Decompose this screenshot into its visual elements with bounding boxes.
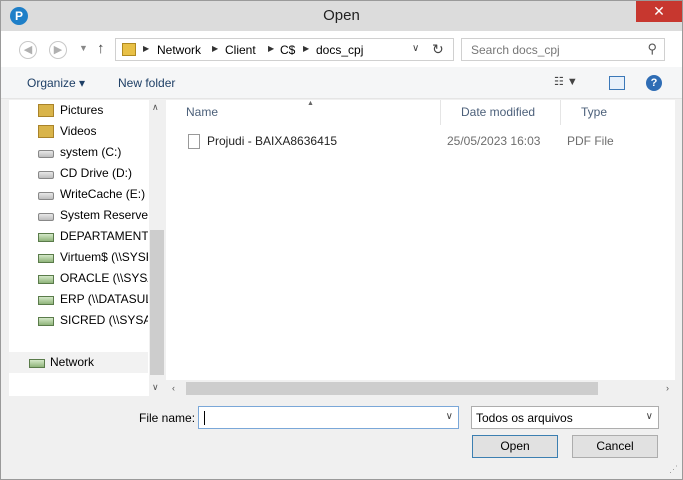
nav-pane-scrollbar[interactable]: ∧ ∨ [149, 100, 165, 396]
sidebar-item-erp[interactable]: ERP (\\DATASUL [9, 289, 148, 310]
pictures-folder-icon [38, 104, 54, 117]
forward-button[interactable]: ▶ [49, 41, 67, 59]
navigation-pane: Pictures Videos system (C:) CD Drive (D:… [9, 100, 165, 396]
cancel-button[interactable]: Cancel [572, 435, 658, 458]
chevron-down-icon[interactable]: ∨ [646, 411, 653, 422]
network-drive-icon [38, 275, 54, 284]
file-name: Projudi - BAIXA8636415 [207, 134, 338, 148]
refresh-icon[interactable]: ↻ [432, 41, 444, 58]
sidebar-item-sicred[interactable]: SICRED (\\SYSAP [9, 310, 148, 331]
file-list-hscrollbar[interactable]: ‹ › [166, 380, 675, 397]
chevron-right-icon[interactable]: ▶ [143, 44, 149, 53]
scroll-left-icon[interactable]: ‹ [172, 383, 175, 393]
bottom-panel: File name: ∨ Todos os arquivos ∨ Open Ca… [1, 397, 682, 479]
scrollbar-thumb[interactable] [150, 230, 164, 375]
up-arrow-icon[interactable]: ↑ [97, 40, 105, 57]
title-bar: P Open ✕ [1, 1, 682, 31]
sidebar-item-departamento[interactable]: DEPARTAMENTO [9, 226, 148, 247]
search-input[interactable]: Search docs_cpj ⚲ [461, 38, 665, 61]
file-row[interactable]: Projudi - BAIXA8636415 25/05/2023 16:03 … [186, 131, 666, 151]
file-list: ▲ Name Date modified Type Projudi - BAIX… [166, 100, 675, 380]
column-header-name[interactable]: Name [166, 100, 441, 125]
network-icon [29, 359, 45, 368]
back-button[interactable]: ◀ [19, 41, 37, 59]
view-options-icon[interactable]: ☷ ▼ [554, 75, 578, 88]
file-type-select[interactable]: Todos os arquivos ∨ [471, 406, 659, 429]
breadcrumb-c-share[interactable]: C$ [280, 43, 295, 57]
sidebar-item-writecache[interactable]: WriteCache (E:) [9, 184, 148, 205]
sidebar-item-oracle[interactable]: ORACLE (\\SYSA [9, 268, 148, 289]
chevron-right-icon[interactable]: ▶ [212, 44, 218, 53]
scroll-up-icon[interactable]: ∧ [152, 102, 159, 113]
column-header-type[interactable]: Type [561, 100, 675, 125]
drive-icon [38, 192, 54, 200]
sidebar-item-videos[interactable]: Videos [9, 121, 148, 142]
file-type-value: Todos os arquivos [476, 411, 573, 425]
search-placeholder: Search docs_cpj [471, 43, 560, 57]
breadcrumb-docs-cpj[interactable]: docs_cpj [316, 43, 363, 57]
sidebar-item-system-reserved[interactable]: System Reserved [9, 205, 148, 226]
close-button[interactable]: ✕ [636, 1, 682, 22]
drive-icon [38, 213, 54, 221]
search-icon[interactable]: ⚲ [647, 41, 657, 57]
help-icon[interactable]: ? [646, 75, 662, 91]
recent-locations-icon[interactable]: ▼ [79, 43, 88, 53]
chevron-down-icon[interactable]: ∨ [412, 43, 419, 54]
chevron-right-icon[interactable]: ▶ [268, 44, 274, 53]
sidebar-item-network[interactable]: Network [9, 352, 148, 373]
network-drive-icon [38, 296, 54, 305]
address-bar[interactable]: ▶ Network ▶ Client ▶ C$ ▶ docs_cpj ∨ ↻ [115, 38, 454, 61]
network-drive-icon [38, 233, 54, 242]
file-name-label: File name: [139, 411, 196, 425]
scrollbar-thumb[interactable] [186, 382, 598, 395]
scroll-right-icon[interactable]: › [666, 383, 669, 393]
sidebar-item-cd-drive[interactable]: CD Drive (D:) [9, 163, 148, 184]
command-bar: Organize ▾ New folder ☷ ▼ ? [1, 67, 682, 99]
cd-drive-icon [38, 171, 54, 179]
chevron-down-icon[interactable]: ∨ [446, 411, 453, 422]
file-name-input[interactable]: ∨ [198, 406, 459, 429]
pdf-file-icon [188, 134, 200, 149]
navigation-bar: ◀ ▶ ▼ ↑ ▶ Network ▶ Client ▶ C$ ▶ docs_c… [1, 31, 682, 67]
dialog-title: Open [323, 7, 360, 24]
folder-icon [122, 43, 136, 56]
breadcrumb-client[interactable]: Client [225, 43, 256, 57]
drive-icon [38, 150, 54, 158]
text-caret [204, 411, 205, 425]
new-folder-button[interactable]: New folder [118, 76, 175, 90]
network-drive-icon [38, 254, 54, 263]
organize-button[interactable]: Organize ▾ [27, 76, 85, 90]
resize-grip-icon[interactable]: ⋰ [669, 464, 678, 475]
sidebar-item-system-c[interactable]: system (C:) [9, 142, 148, 163]
breadcrumb-network[interactable]: Network [157, 43, 201, 57]
open-button[interactable]: Open [472, 435, 558, 458]
sidebar-item-pictures[interactable]: Pictures [9, 100, 148, 121]
chevron-right-icon[interactable]: ▶ [303, 44, 309, 53]
network-drive-icon [38, 317, 54, 326]
file-type: PDF File [567, 134, 614, 148]
open-dialog: P Open ✕ ◀ ▶ ▼ ↑ ▶ Network ▶ Client ▶ C$… [0, 0, 683, 480]
column-header-date-modified[interactable]: Date modified [441, 100, 561, 125]
sidebar-item-virtuem[interactable]: Virtuem$ (\\SYSF [9, 247, 148, 268]
videos-folder-icon [38, 125, 54, 138]
scroll-down-icon[interactable]: ∨ [152, 382, 159, 393]
file-date: 25/05/2023 16:03 [447, 134, 541, 148]
preview-pane-icon[interactable] [609, 76, 625, 90]
